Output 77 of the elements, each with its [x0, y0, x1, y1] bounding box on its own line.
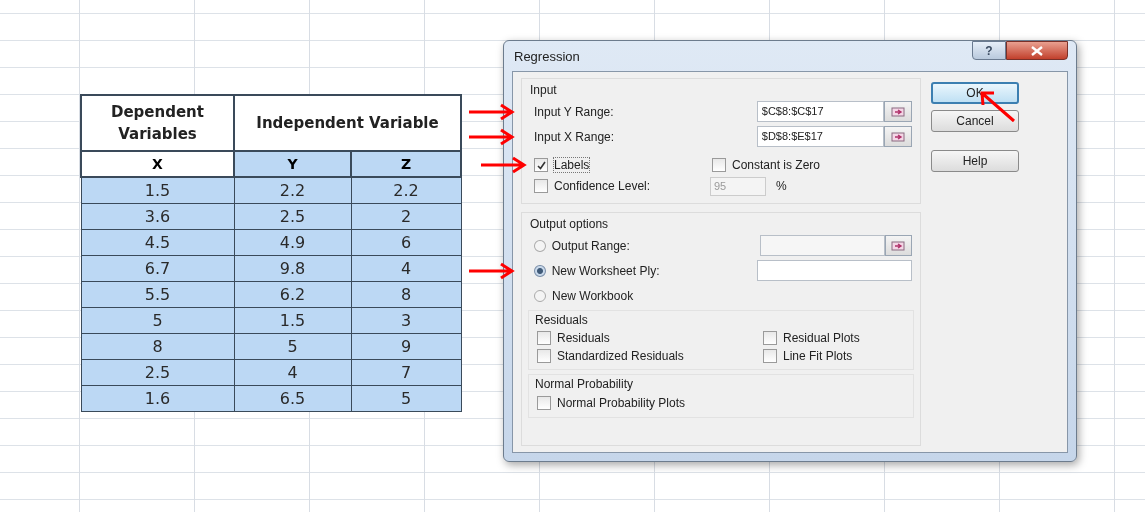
input-field[interactable]: $D$8:$E$17 — [756, 126, 885, 147]
collapse-icon — [891, 131, 906, 142]
column-header-cell: X — [81, 151, 234, 177]
table-cell: 8 — [81, 333, 234, 360]
field-label: Input Y Range: — [534, 104, 615, 119]
checkbox-label[interactable]: Labels — [554, 158, 590, 172]
checkbox-label[interactable]: Line Fit Plots — [783, 349, 853, 363]
radio-label[interactable]: Output Range: — [551, 238, 726, 253]
table-cell: 2.5 — [234, 203, 351, 230]
checkbox-label[interactable]: Confidence Level: — [554, 179, 704, 193]
table-cell: 5 — [351, 385, 461, 412]
table-cell: 3 — [351, 307, 461, 334]
checkbox-label[interactable]: Residual Plots — [783, 331, 860, 345]
group-title: Output options — [530, 217, 610, 231]
table-cell: 1.5 — [234, 307, 351, 334]
radio-button[interactable] — [534, 264, 546, 277]
table-cell: 2.2 — [234, 177, 351, 204]
table-cell: 4 — [234, 359, 351, 386]
range-picker-button[interactable] — [884, 101, 912, 122]
checkbox[interactable] — [763, 349, 777, 363]
close-button[interactable] — [1006, 41, 1068, 60]
checkbox[interactable] — [537, 331, 551, 345]
window-title: Regression — [513, 48, 580, 64]
table-cell: 2.2 — [351, 177, 461, 204]
range-picker-button[interactable] — [884, 126, 912, 147]
group-title: Normal Probability — [535, 377, 635, 391]
close-icon — [1031, 45, 1043, 56]
group-title: Residuals — [535, 313, 589, 327]
input-field[interactable] — [757, 260, 912, 281]
range-picker-button[interactable] — [884, 235, 912, 256]
field-label: Input X Range: — [534, 129, 616, 144]
group-title: Input — [530, 83, 558, 97]
table-cell: 7 — [351, 359, 461, 386]
table-cell: 4.9 — [234, 229, 351, 256]
radio-label[interactable]: New Workbook — [552, 288, 730, 303]
checkbox[interactable] — [537, 349, 551, 363]
checkbox-label[interactable]: Residuals — [557, 331, 610, 345]
column-header-cell: Z — [351, 151, 461, 177]
radio-button[interactable] — [534, 289, 546, 302]
checkbox-label[interactable]: Constant is Zero — [732, 158, 821, 172]
table-cell: 6.5 — [234, 385, 351, 412]
group-header-cell: Independent Variable — [234, 95, 461, 151]
checkbox[interactable] — [712, 158, 726, 172]
checkbox[interactable] — [534, 158, 548, 172]
radio-label[interactable]: New Worksheet Ply: — [551, 263, 724, 278]
input-field[interactable] — [759, 235, 885, 256]
table-cell: 2 — [351, 203, 461, 230]
checkbox-label[interactable]: Normal Probability Plots — [557, 396, 686, 410]
input-field[interactable]: $C$8:$C$17 — [756, 101, 885, 122]
table-cell: 5 — [234, 333, 351, 360]
checkbox-label[interactable]: Standardized Residuals — [557, 349, 684, 363]
table-cell: 6.7 — [81, 255, 234, 282]
collapse-icon — [891, 106, 906, 117]
table-cell: 2.5 — [81, 359, 234, 386]
table-cell: 5 — [81, 307, 234, 334]
table-cell: 4.5 — [81, 229, 234, 256]
unit-label: % — [776, 179, 787, 193]
table-cell: 8 — [351, 281, 461, 308]
table-cell: 3.6 — [81, 203, 234, 230]
dialog-button[interactable]: Cancel — [931, 110, 1019, 132]
checkbox[interactable] — [763, 331, 777, 345]
table-cell: 1.5 — [81, 177, 234, 204]
table-cell: 9.8 — [234, 255, 351, 282]
table-cell: 9 — [351, 333, 461, 360]
table-cell: 5.5 — [81, 281, 234, 308]
table-cell: 6.2 — [234, 281, 351, 308]
table-cell: 6 — [351, 229, 461, 256]
group-header-cell: Dependent Variables — [81, 95, 234, 151]
column-header-cell: Y — [234, 151, 351, 177]
table-cell: 4 — [351, 255, 461, 282]
checkbox[interactable] — [537, 396, 551, 410]
dialog-button[interactable]: Help — [931, 150, 1019, 172]
table-cell: 1.6 — [81, 385, 234, 412]
help-button[interactable]: ? — [972, 41, 1006, 60]
checkbox[interactable] — [534, 179, 548, 193]
radio-button[interactable] — [534, 239, 546, 252]
collapse-icon — [891, 240, 906, 251]
